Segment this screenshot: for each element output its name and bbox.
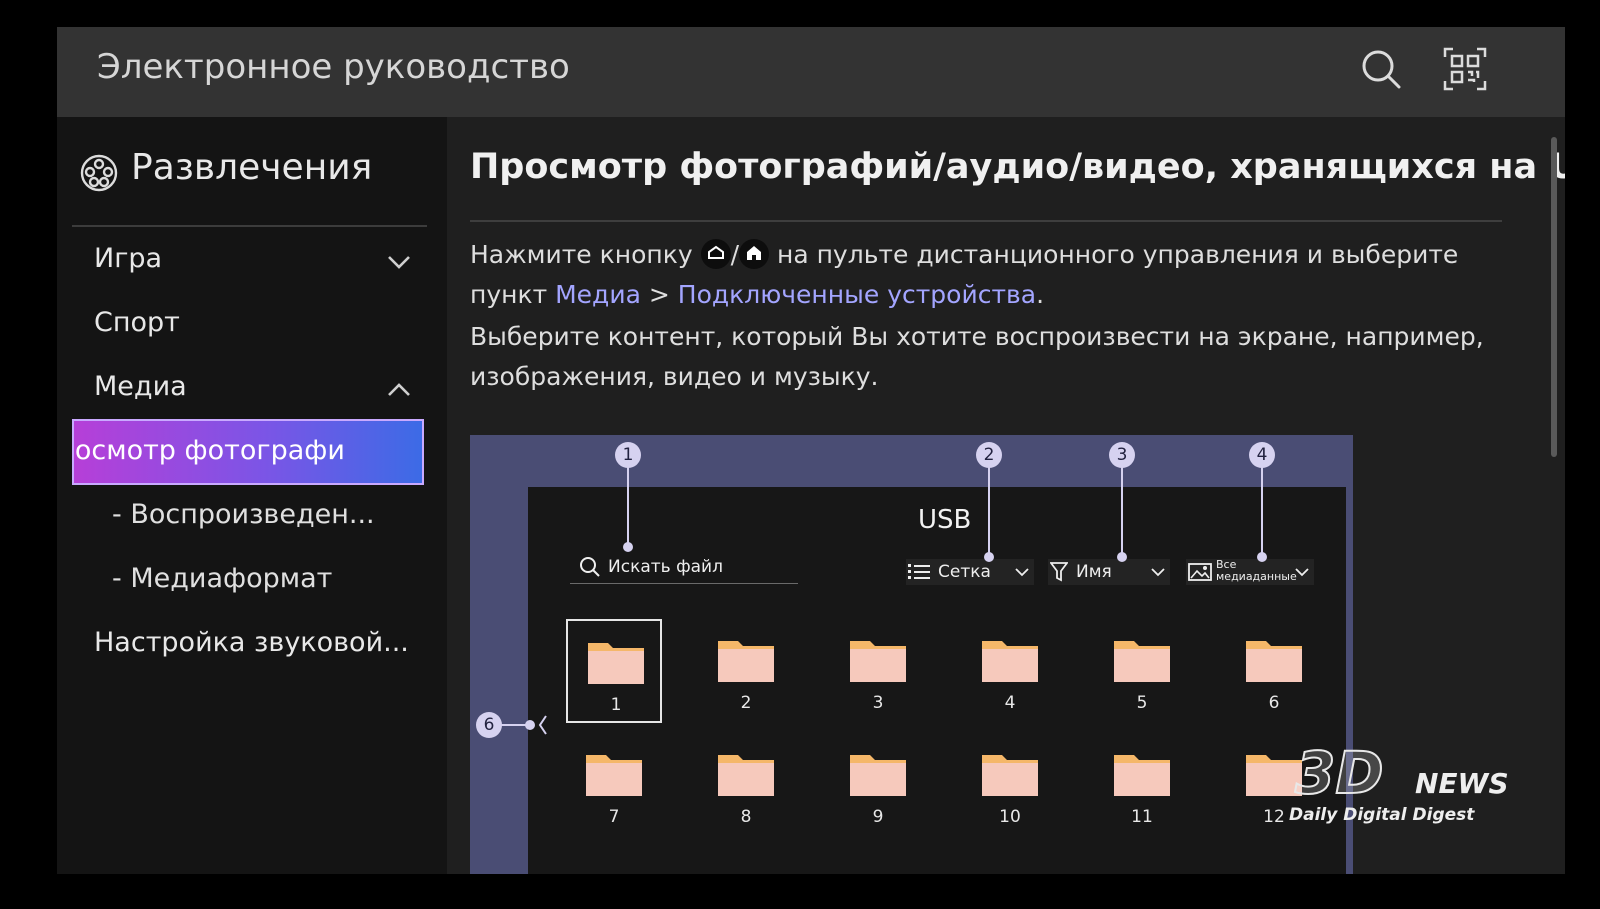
search-icon[interactable]	[1357, 45, 1405, 93]
watermark-logo: 3D NEWS Daily Digital Digest	[1289, 738, 1535, 835]
media-link[interactable]: Медиа	[555, 280, 641, 309]
callout-badge: 6	[476, 712, 502, 738]
sidebar-item-label: Медиа	[94, 371, 187, 402]
callout-badge: 3	[1109, 442, 1135, 468]
chevron-up-icon	[388, 383, 410, 396]
sidebar-subitem-media-format[interactable]: - Медиаформат	[112, 563, 332, 594]
instruction-text: пункт	[470, 280, 548, 309]
chevron-down-icon	[388, 256, 410, 269]
callout-badge: 4	[1249, 442, 1275, 468]
sidebar-subitem-label: - Воспроизведен...	[112, 499, 375, 530]
instruction-text: Нажмите кнопку	[470, 240, 693, 269]
sidebar: Развлечения Игра Спорт Медиа ɔосмотр фот…	[57, 117, 447, 874]
watermark-news: NEWS	[1415, 767, 1509, 800]
separator-text: /	[730, 240, 740, 269]
connected-devices-link[interactable]: Подключенные устройства	[678, 280, 1036, 309]
watermark-tagline: Daily Digital Digest	[1289, 805, 1475, 825]
period-text: .	[1036, 280, 1045, 309]
page-title: Просмотр фотографий/аудио/видео, хранящи…	[470, 147, 1565, 187]
sidebar-subitem-photo-view[interactable]: ɔосмотр фотографи	[72, 419, 424, 485]
content-divider	[470, 220, 1502, 222]
home-filled-icon	[739, 239, 770, 269]
instruction-paragraph: Нажмите кнопку / на пульте дистанционног…	[470, 235, 1510, 315]
sidebar-subitem-label: ɔосмотр фотографи	[72, 435, 345, 466]
sidebar-subitem-playback[interactable]: - Воспроизведен...	[112, 499, 375, 530]
sidebar-item-sound-setup[interactable]: Настройка звуковой...	[94, 627, 409, 658]
film-reel-icon	[79, 153, 119, 193]
sidebar-item-sport[interactable]: Спорт	[94, 307, 180, 338]
sidebar-item-label: Спорт	[94, 307, 180, 338]
usb-illustration: USB Искать файл Сетка Имя Все медиаданны…	[470, 435, 1353, 874]
sidebar-subitem-label: - Медиаформат	[112, 563, 333, 594]
sidebar-item-game[interactable]: Игра	[94, 243, 414, 283]
category-header[interactable]: Развлечения	[79, 147, 419, 197]
category-label: Развлечения	[131, 147, 373, 188]
qr-code-icon[interactable]	[1441, 45, 1489, 93]
sidebar-item-media[interactable]: Медиа	[94, 371, 414, 411]
instruction-text: на пульте дистанционного управления и вы…	[776, 240, 1459, 269]
sidebar-item-label: Игра	[94, 243, 163, 274]
arrow-text: >	[648, 280, 670, 309]
callout-lines	[500, 467, 1267, 735]
app-title: Электронное руководство	[97, 47, 570, 87]
header-bar: Электронное руководство	[57, 27, 1565, 117]
sidebar-divider	[72, 225, 427, 227]
sidebar-item-label: Настройка звуковой...	[94, 627, 409, 658]
chevron-left-icon	[538, 715, 547, 735]
callout-badge: 2	[976, 442, 1002, 468]
home-outline-icon	[700, 239, 731, 269]
scrollbar[interactable]	[1551, 137, 1557, 457]
watermark-3d: 3D	[1294, 738, 1385, 808]
description-paragraph: Выберите контент, который Вы хотите восп…	[470, 322, 1484, 391]
callout-badge: 1	[615, 442, 641, 468]
